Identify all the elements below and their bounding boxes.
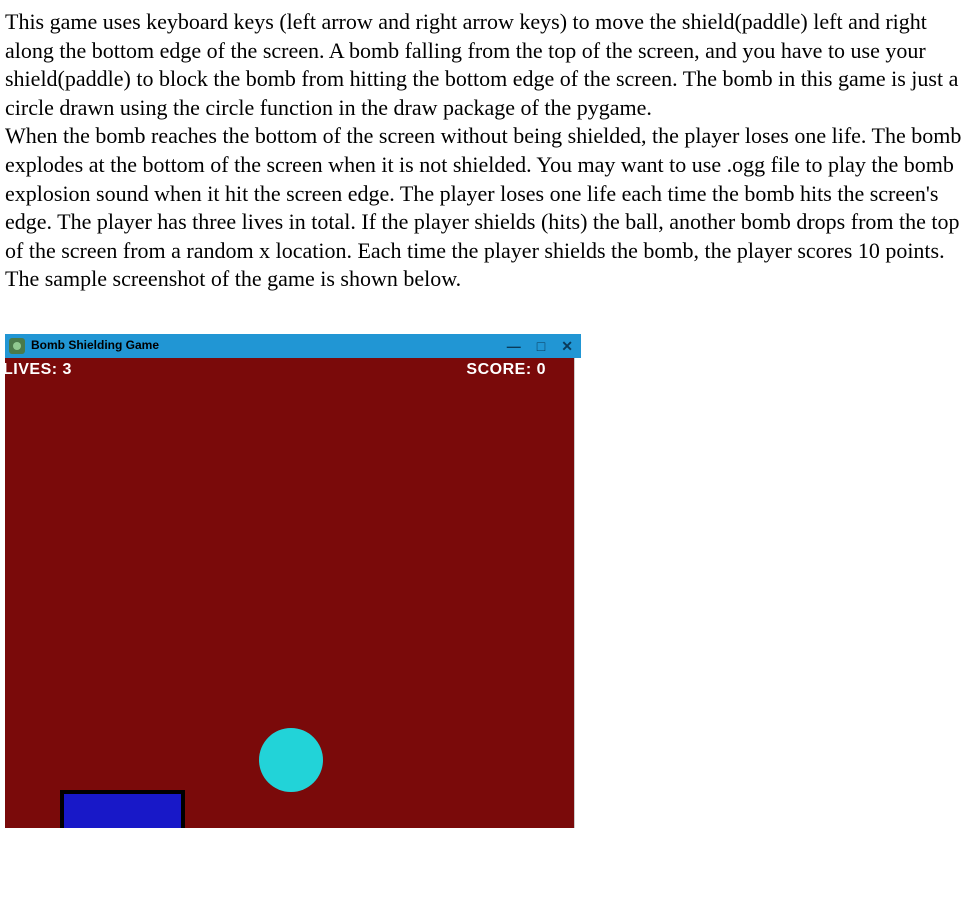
pygame-icon [9, 338, 25, 354]
bomb-circle [259, 728, 323, 792]
lives-display: LIVES: 3 [5, 360, 72, 380]
window-title-bar: Bomb Shielding Game — □ ✕ [5, 334, 581, 358]
window-title: Bomb Shielding Game [31, 338, 159, 354]
game-description: This game uses keyboard keys (left arrow… [5, 8, 972, 294]
close-button[interactable]: ✕ [561, 339, 573, 353]
description-paragraph-2: When the bomb reaches the bottom of the … [5, 122, 972, 265]
minimize-button[interactable]: — [507, 339, 521, 353]
description-paragraph-1: This game uses keyboard keys (left arrow… [5, 8, 972, 122]
game-window: Bomb Shielding Game — □ ✕ LIVES: 3 SCORE… [5, 334, 581, 828]
game-hud: LIVES: 3 SCORE: 0 [5, 358, 574, 380]
score-display: SCORE: 0 [466, 360, 546, 380]
description-paragraph-3: The sample screenshot of the game is sho… [5, 265, 972, 294]
shield-paddle[interactable] [60, 790, 185, 828]
title-bar-left: Bomb Shielding Game [9, 338, 159, 354]
maximize-button[interactable]: □ [537, 339, 545, 353]
game-canvas[interactable]: LIVES: 3 SCORE: 0 [5, 358, 575, 828]
window-controls: — □ ✕ [507, 339, 573, 353]
